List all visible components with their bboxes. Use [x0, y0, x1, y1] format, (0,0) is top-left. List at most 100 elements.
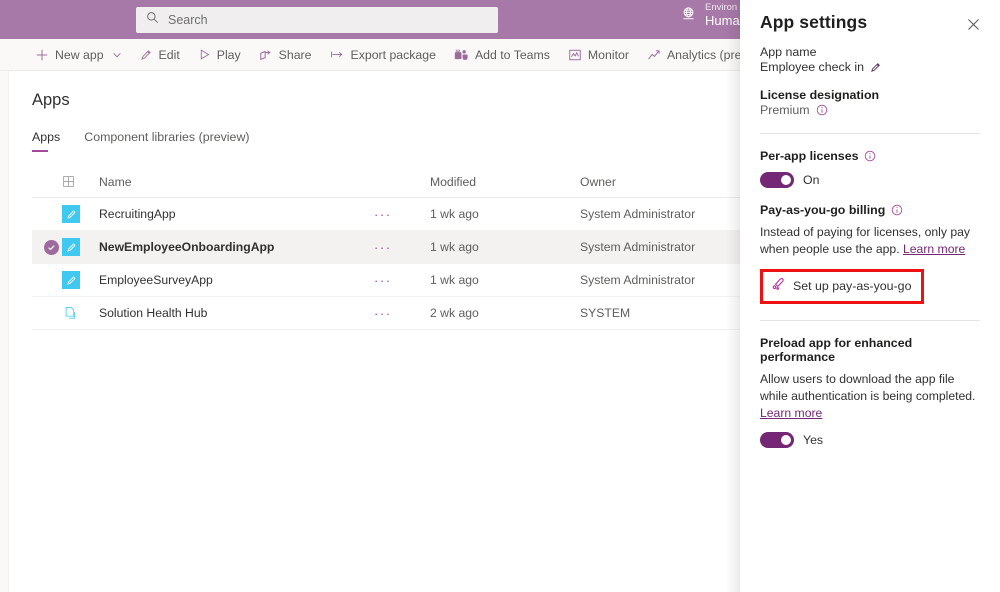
canvas-app-icon	[62, 205, 96, 223]
row-app-name[interactable]: Solution Health Hub	[96, 306, 374, 320]
panel-header: App settings	[760, 0, 980, 33]
per-app-licenses-toggle-row: On	[760, 172, 980, 188]
preload-description: Allow users to download the app file whi…	[760, 371, 980, 423]
row-overflow-menu[interactable]: ···	[374, 207, 430, 222]
row-overflow-menu[interactable]: ···	[374, 273, 430, 288]
license-designation-label: License designation	[760, 88, 980, 102]
teams-icon	[454, 48, 469, 62]
set-up-pay-as-you-go-button[interactable]: Set up pay-as-you-go	[760, 269, 924, 304]
app-root: Search Environ Huma	[0, 0, 1000, 592]
tab-component-libraries[interactable]: Component libraries (preview)	[84, 130, 261, 152]
share-button[interactable]: Share	[250, 39, 321, 71]
row-checkbox[interactable]	[32, 240, 62, 255]
license-designation-row: Premium	[760, 103, 980, 117]
panel-shadow	[726, 0, 740, 592]
tab-component-libraries-label: Component libraries (preview)	[84, 130, 249, 144]
per-app-licenses-toggle[interactable]	[760, 172, 794, 188]
search-placeholder: Search	[168, 13, 208, 27]
new-app-button[interactable]: New app	[26, 39, 131, 71]
preload-toggle[interactable]	[760, 432, 794, 448]
export-package-label: Export package	[351, 48, 436, 62]
model-app-icon	[62, 304, 96, 322]
paygo-learn-more-link[interactable]: Learn more	[903, 242, 965, 256]
share-label: Share	[279, 48, 312, 62]
export-icon	[330, 48, 345, 61]
row-owner: System Administrator	[580, 207, 740, 221]
tab-apps[interactable]: Apps	[32, 130, 72, 152]
per-app-licenses-label: Per-app licenses	[760, 149, 858, 163]
share-icon	[259, 48, 273, 62]
row-owner: System Administrator	[580, 240, 740, 254]
pay-as-you-go-icon	[771, 277, 785, 296]
row-overflow-menu[interactable]: ···	[374, 240, 430, 255]
table-row[interactable]: Solution Health Hub ··· 2 wk ago SYSTEM	[32, 297, 740, 330]
paygo-title: Pay-as-you-go billing	[760, 203, 885, 217]
paygo-description: Instead of paying for licenses, only pay…	[760, 224, 980, 259]
monitor-label: Monitor	[588, 48, 629, 62]
paygo-section: Pay-as-you-go billing Instead of paying …	[760, 203, 980, 304]
monitor-button[interactable]: Monitor	[559, 39, 638, 71]
app-name-value: Employee check in	[760, 60, 864, 74]
app-name-label: App name	[760, 45, 980, 59]
column-header-icon	[62, 175, 96, 188]
add-to-teams-label: Add to Teams	[475, 48, 550, 62]
info-icon[interactable]	[816, 104, 828, 116]
info-icon[interactable]	[864, 150, 876, 162]
row-modified: 1 wk ago	[430, 273, 580, 287]
row-app-name[interactable]: RecruitingApp	[96, 207, 374, 221]
canvas-app-icon	[62, 271, 96, 289]
row-owner: SYSTEM	[580, 306, 740, 320]
play-label: Play	[217, 48, 241, 62]
set-up-pay-as-you-go-label: Set up pay-as-you-go	[793, 279, 911, 293]
table-row[interactable]: EmployeeSurveyApp ··· 1 wk ago System Ad…	[32, 264, 740, 297]
license-designation-value: Premium	[760, 103, 810, 117]
table-row[interactable]: RecruitingApp ··· 1 wk ago System Admini…	[32, 198, 740, 231]
plus-icon	[35, 48, 49, 62]
row-app-name[interactable]: EmployeeSurveyApp	[96, 273, 374, 287]
preload-state: Yes	[803, 433, 823, 447]
edit-button[interactable]: Edit	[131, 39, 189, 71]
preload-description-text: Allow users to download the app file whi…	[760, 372, 975, 403]
table-row[interactable]: NewEmployeeOnboardingApp ··· 1 wk ago Sy…	[32, 231, 740, 264]
preload-title: Preload app for enhanced performance	[760, 336, 980, 364]
new-app-label: New app	[55, 48, 104, 62]
app-settings-panel: App settings App name Employee check in …	[740, 0, 1000, 592]
row-owner: System Administrator	[580, 273, 740, 287]
info-icon[interactable]	[891, 204, 903, 216]
main-content: Apps Apps Component libraries (preview) …	[9, 71, 740, 592]
preload-learn-more-link[interactable]: Learn more	[760, 406, 822, 420]
row-modified: 1 wk ago	[430, 207, 580, 221]
check-circle-icon	[44, 240, 59, 255]
column-header-name[interactable]: Name	[96, 175, 374, 189]
page-title: Apps	[32, 91, 70, 110]
panel-title: App settings	[760, 12, 980, 33]
row-overflow-menu[interactable]: ···	[374, 306, 430, 321]
analytics-icon	[647, 48, 661, 62]
preload-section: Preload app for enhanced performance All…	[760, 336, 980, 448]
canvas-app-icon	[62, 238, 96, 256]
preload-toggle-row: Yes	[760, 432, 980, 448]
pencil-icon[interactable]	[870, 61, 882, 73]
left-nav-rail	[0, 71, 9, 592]
tab-apps-label: Apps	[32, 130, 60, 144]
apps-table: Name Modified Owner RecruitingApp ··· 1 …	[32, 166, 740, 330]
panel-divider	[760, 133, 980, 134]
monitor-icon	[568, 48, 582, 62]
add-to-teams-button[interactable]: Add to Teams	[445, 39, 559, 71]
tab-list: Apps Component libraries (preview)	[32, 130, 274, 152]
row-modified: 2 wk ago	[430, 306, 580, 320]
play-icon	[198, 48, 211, 61]
row-modified: 1 wk ago	[430, 240, 580, 254]
row-app-name[interactable]: NewEmployeeOnboardingApp	[96, 240, 374, 254]
column-header-owner[interactable]: Owner	[580, 175, 740, 189]
play-button[interactable]: Play	[189, 39, 250, 71]
close-icon[interactable]	[962, 13, 984, 35]
search-input[interactable]: Search	[136, 7, 498, 33]
app-name-row: Employee check in	[760, 60, 980, 74]
per-app-licenses-section: Per-app licenses On	[760, 149, 980, 188]
table-header-row: Name Modified Owner	[32, 166, 740, 198]
export-package-button[interactable]: Export package	[321, 39, 445, 71]
chevron-down-icon[interactable]	[112, 50, 122, 60]
column-header-modified[interactable]: Modified	[430, 175, 580, 189]
environment-icon	[680, 5, 697, 27]
